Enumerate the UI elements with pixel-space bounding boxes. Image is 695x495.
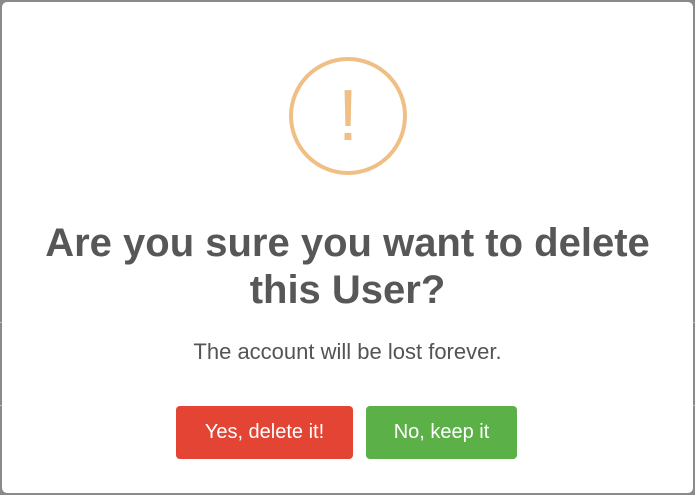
dialog-title: Are you sure you want to delete this Use… [45, 221, 650, 312]
dialog-message: The account will be lost forever. [193, 339, 502, 364]
dialog-actions: Yes, delete it! No, keep it [2, 406, 693, 459]
confirm-delete-button[interactable]: Yes, delete it! [176, 406, 353, 459]
cancel-button[interactable]: No, keep it [366, 406, 517, 459]
warning-icon: ! [289, 57, 407, 175]
confirm-delete-dialog: ! Are you sure you want to delete this U… [2, 2, 693, 493]
exclamation-icon: ! [337, 76, 358, 156]
